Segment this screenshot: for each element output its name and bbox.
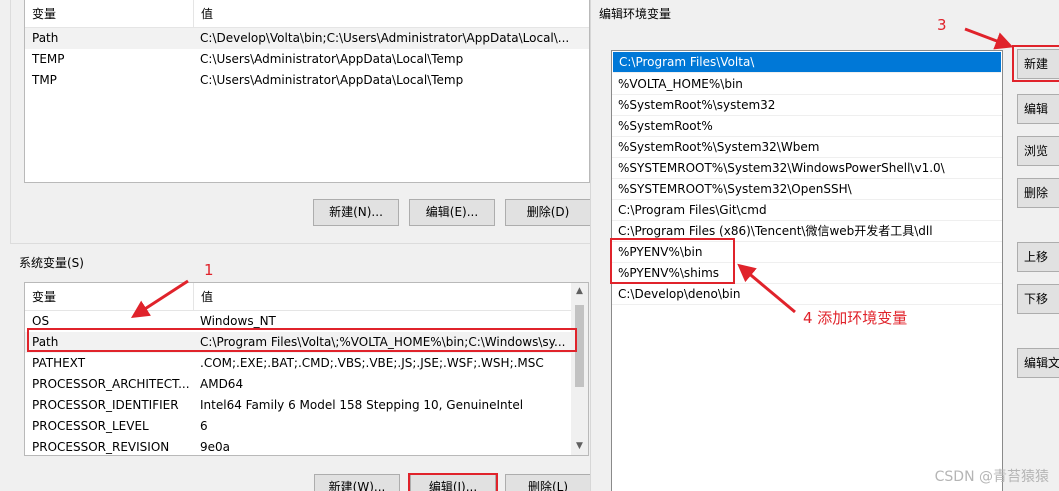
- vertical-scrollbar[interactable]: ▲ ▼: [571, 283, 588, 455]
- column-divider: [193, 0, 194, 27]
- table-row[interactable]: TEMP C:\Users\Administrator\AppData\Loca…: [25, 49, 589, 70]
- scroll-up-icon[interactable]: ▲: [571, 283, 588, 300]
- dialog-title: 编辑环境变量: [599, 7, 672, 21]
- column-divider: [193, 283, 194, 310]
- system-edit-button[interactable]: 编辑(I)...: [410, 474, 496, 491]
- scroll-thumb[interactable]: [575, 305, 584, 387]
- user-delete-button[interactable]: 删除(D): [505, 199, 591, 226]
- path-entry[interactable]: %SystemRoot%\System32\Wbem: [612, 137, 1002, 158]
- var-value: 6: [200, 419, 208, 433]
- column-header-name[interactable]: 变量: [32, 283, 56, 311]
- scroll-down-icon[interactable]: ▼: [571, 438, 588, 455]
- system-list-header: 变量 值: [25, 283, 588, 311]
- annotation-step-3: 3: [937, 16, 947, 34]
- edit-environment-variable-dialog: 编辑环境变量 C:\Program Files\Volta\ %VOLTA_HO…: [590, 0, 1059, 491]
- column-header-value[interactable]: 值: [201, 283, 213, 311]
- var-name: PROCESSOR_ARCHITECT...: [32, 377, 190, 391]
- var-name: Path: [32, 31, 59, 45]
- var-value: .COM;.EXE;.BAT;.CMD;.VBS;.VBE;.JS;.JSE;.…: [200, 356, 544, 370]
- var-name: PROCESSOR_IDENTIFIER: [32, 398, 179, 412]
- user-variables-list[interactable]: 变量 值 Path C:\Develop\Volta\bin;C:\Users\…: [24, 0, 590, 183]
- var-value: Intel64 Family 6 Model 158 Stepping 10, …: [200, 398, 524, 412]
- var-value: Windows_NT: [200, 314, 276, 328]
- path-entry[interactable]: C:\Program Files (x86)\Tencent\微信web开发者工…: [612, 221, 1002, 242]
- user-new-button[interactable]: 新建(N)...: [313, 199, 399, 226]
- column-header-value[interactable]: 值: [201, 0, 213, 28]
- path-entries-list[interactable]: C:\Program Files\Volta\ %VOLTA_HOME%\bin…: [611, 50, 1003, 491]
- table-row[interactable]: Path C:\Develop\Volta\bin;C:\Users\Admin…: [25, 28, 589, 49]
- table-row-path-selected[interactable]: Path C:\Program Files\Volta\;%VOLTA_HOME…: [25, 332, 588, 353]
- table-row[interactable]: PROCESSOR_REVISION 9e0a: [25, 437, 588, 455]
- new-path-button[interactable]: 新建: [1017, 49, 1059, 79]
- var-value: C:\Develop\Volta\bin;C:\Users\Administra…: [200, 31, 570, 45]
- var-value: 9e0a: [200, 440, 231, 454]
- var-name: PATHEXT: [32, 356, 86, 370]
- environment-variables-dialog: 变量 值 Path C:\Develop\Volta\bin;C:\Users\…: [0, 0, 591, 491]
- delete-path-button[interactable]: 删除: [1017, 178, 1059, 208]
- table-row[interactable]: OS Windows_NT: [25, 311, 588, 332]
- var-value: AMD64: [200, 377, 244, 391]
- system-new-button[interactable]: 新建(W)...: [314, 474, 400, 491]
- path-entry-pyenv-shims[interactable]: %PYENV%\shims: [612, 263, 1002, 284]
- annotation-step-4: 4 添加环境变量: [803, 309, 908, 327]
- path-entry[interactable]: %SystemRoot%: [612, 116, 1002, 137]
- path-entry[interactable]: C:\Develop\deno\bin: [612, 284, 1002, 305]
- var-name: PROCESSOR_REVISION: [32, 440, 170, 454]
- path-entry[interactable]: %SYSTEMROOT%\System32\WindowsPowerShell\…: [612, 158, 1002, 179]
- path-entry[interactable]: %SYSTEMROOT%\System32\OpenSSH\: [612, 179, 1002, 200]
- path-entry-selected[interactable]: C:\Program Files\Volta\: [613, 52, 1001, 73]
- move-down-button[interactable]: 下移: [1017, 284, 1059, 314]
- var-value: C:\Program Files\Volta\;%VOLTA_HOME%\bin…: [200, 335, 566, 349]
- path-entry[interactable]: %SystemRoot%\system32: [612, 95, 1002, 116]
- var-value: C:\Users\Administrator\AppData\Local\Tem…: [200, 52, 464, 66]
- user-list-header: 变量 值: [25, 0, 589, 28]
- watermark: CSDN @青苔猿猿: [934, 469, 1049, 485]
- table-row[interactable]: PROCESSOR_LEVEL 6: [25, 416, 588, 437]
- system-delete-button[interactable]: 删除(L): [505, 474, 591, 491]
- browse-button[interactable]: 浏览: [1017, 136, 1059, 166]
- path-entry[interactable]: %VOLTA_HOME%\bin: [612, 74, 1002, 95]
- annotation-step-1: 1: [204, 261, 214, 279]
- move-up-button[interactable]: 上移: [1017, 242, 1059, 272]
- system-variables-label: 系统变量(S): [19, 256, 86, 270]
- var-name: PROCESSOR_LEVEL: [32, 419, 149, 433]
- edit-path-button[interactable]: 编辑: [1017, 94, 1059, 124]
- var-name: OS: [32, 314, 50, 328]
- user-edit-button[interactable]: 编辑(E)...: [409, 199, 495, 226]
- table-row[interactable]: PROCESSOR_IDENTIFIER Intel64 Family 6 Mo…: [25, 395, 588, 416]
- table-row[interactable]: PROCESSOR_ARCHITECT... AMD64: [25, 374, 588, 395]
- path-entry-pyenv-bin[interactable]: %PYENV%\bin: [612, 242, 1002, 263]
- var-name: TEMP: [32, 52, 65, 66]
- table-row[interactable]: PATHEXT .COM;.EXE;.BAT;.CMD;.VBS;.VBE;.J…: [25, 353, 588, 374]
- system-variables-list[interactable]: 变量 值 OS Windows_NT Path C:\Program Files…: [24, 282, 589, 456]
- path-entry[interactable]: C:\Program Files\Git\cmd: [612, 200, 1002, 221]
- column-header-name[interactable]: 变量: [32, 0, 56, 28]
- var-value: C:\Users\Administrator\AppData\Local\Tem…: [200, 73, 464, 87]
- edit-text-button[interactable]: 编辑文: [1017, 348, 1059, 378]
- var-name: Path: [32, 335, 59, 349]
- var-name: TMP: [32, 73, 57, 87]
- table-row[interactable]: TMP C:\Users\Administrator\AppData\Local…: [25, 70, 589, 91]
